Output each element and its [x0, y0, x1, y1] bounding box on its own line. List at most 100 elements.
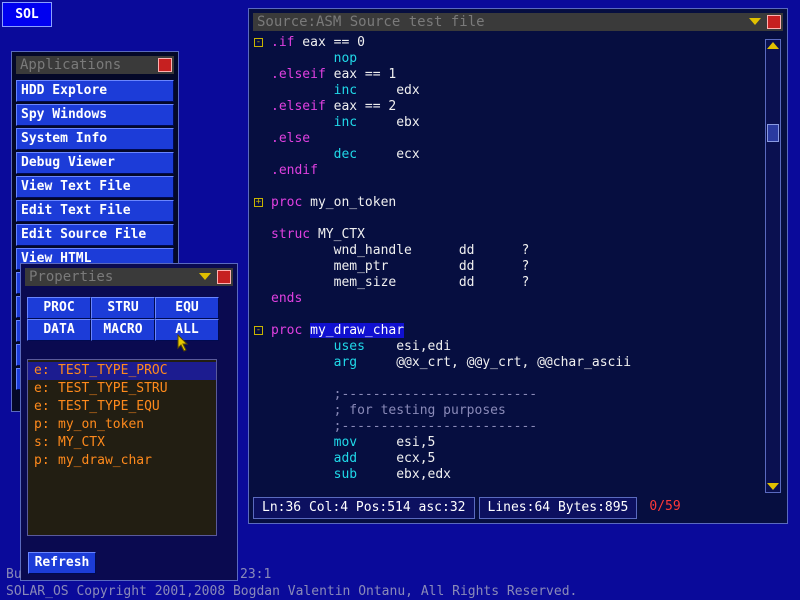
code-token: .endif	[271, 163, 318, 178]
code-line: struc MY_CTX	[253, 227, 761, 243]
copyright-footer: SOLAR_OS Copyright 2001,2008 Bogdan Vale…	[6, 584, 578, 599]
symbol-list-item[interactable]: e: TEST_TYPE_EQU	[28, 398, 216, 416]
dropdown-arrow-icon[interactable]	[749, 18, 761, 25]
code-token: @@x_crt, @@y_crt, @@char_ascii	[357, 355, 632, 370]
code-token: mem_size dd ?	[271, 275, 530, 290]
app-spy-windows[interactable]: Spy Windows	[16, 104, 174, 126]
code-token: .elseif	[271, 67, 326, 82]
code-line: .endif	[253, 163, 761, 179]
close-icon[interactable]	[217, 270, 231, 284]
code-token: uses	[271, 339, 365, 354]
code-token: MY_CTX	[310, 227, 365, 242]
code-token: ends	[271, 291, 303, 306]
refresh-button[interactable]: Refresh	[28, 552, 96, 574]
code-line: ;-------------------------	[253, 419, 761, 435]
code-token: .else	[271, 131, 311, 146]
symbol-kind: e:	[34, 399, 50, 414]
code-token: .if	[271, 35, 295, 50]
code-token: mov	[271, 435, 358, 450]
sol-start-button[interactable]: SOL	[2, 2, 52, 27]
source-title: Source:ASM Source test file	[257, 14, 485, 30]
close-icon[interactable]	[767, 15, 781, 29]
code-line: mov esi,5	[253, 435, 761, 451]
close-icon[interactable]	[158, 58, 172, 72]
code-token: dec	[271, 147, 358, 162]
scroll-up-arrow-icon[interactable]	[767, 42, 779, 49]
filter-data-button[interactable]: DATA	[27, 319, 91, 341]
symbol-list-item[interactable]: p: my_on_token	[28, 416, 216, 434]
symbol-list[interactable]: e: TEST_TYPE_PROC e: TEST_TYPE_STRU e: TEST_T…	[27, 359, 217, 536]
filter-stru-button[interactable]: STRU	[91, 297, 155, 319]
code-token: nop	[271, 51, 358, 66]
app-system-info[interactable]: System Info	[16, 128, 174, 150]
filter-macro-button[interactable]: MACRO	[91, 319, 155, 341]
code-token: inc	[271, 83, 358, 98]
code-line: add ecx,5	[253, 451, 761, 467]
symbol-name: TEST_TYPE_PROC	[58, 363, 168, 378]
scroll-down-arrow-icon[interactable]	[767, 483, 779, 490]
code-token: mem_ptr dd ?	[271, 259, 530, 274]
code-token: eax == 0	[294, 35, 365, 50]
dropdown-arrow-icon[interactable]	[199, 273, 211, 280]
scrollbar-thumb[interactable]	[767, 124, 779, 142]
code-editor[interactable]: - .if eax == 0 nop .elseif eax == 1 inc ed…	[253, 35, 761, 495]
code-line: arg @@x_crt, @@y_crt, @@char_ascii	[253, 355, 761, 371]
symbol-name: my_draw_char	[58, 453, 152, 468]
code-token: ecx,5	[357, 451, 436, 466]
code-token: proc	[271, 323, 303, 338]
applications-titlebar[interactable]: Applications	[16, 56, 174, 74]
code-line: mem_size dd ?	[253, 275, 761, 291]
code-token: add	[271, 451, 358, 466]
code-line: ends	[253, 291, 761, 307]
filter-equ-button[interactable]: EQU	[155, 297, 219, 319]
code-line: sub ebx,edx	[253, 467, 761, 483]
code-line: - .if eax == 0	[253, 35, 761, 51]
code-token: esi,edi	[364, 339, 452, 354]
fold-collapse-icon[interactable]: -	[254, 38, 263, 47]
code-token: edx	[357, 83, 420, 98]
filter-proc-button[interactable]: PROC	[27, 297, 91, 319]
code-token: ebx,edx	[357, 467, 452, 482]
code-token: .elseif	[271, 99, 326, 114]
app-edit-text-file[interactable]: Edit Text File	[16, 200, 174, 222]
symbol-kind: p:	[34, 453, 50, 468]
applications-title: Applications	[20, 57, 122, 73]
properties-titlebar[interactable]: Properties	[25, 268, 233, 286]
symbol-name: my_on_token	[58, 417, 145, 432]
background-text-fragment: Bu	[6, 567, 22, 582]
symbol-kind: e:	[34, 381, 50, 396]
app-debug-viewer[interactable]: Debug Viewer	[16, 152, 174, 174]
app-edit-source-file[interactable]: Edit Source File	[16, 224, 174, 246]
symbol-list-item[interactable]: s: MY_CTX	[28, 434, 216, 452]
symbol-list-item[interactable]: e: TEST_TYPE_PROC	[28, 362, 216, 380]
code-token: eax == 2	[325, 99, 397, 114]
code-token: struc	[271, 227, 311, 242]
properties-title: Properties	[29, 269, 114, 285]
app-hdd-explore[interactable]: HDD Explore	[16, 80, 174, 102]
code-line: + proc my_on_token	[253, 195, 761, 211]
code-token: ecx	[357, 147, 420, 162]
code-line: uses esi,edi	[253, 339, 761, 355]
symbol-name: TEST_TYPE_EQU	[58, 399, 160, 414]
code-line: wnd_handle dd ?	[253, 243, 761, 259]
symbol-kind: s:	[34, 435, 50, 450]
fold-collapse-icon[interactable]: -	[254, 326, 263, 335]
code-token: my_on_token	[302, 195, 397, 210]
source-titlebar[interactable]: Source:ASM Source test file	[253, 13, 783, 31]
code-token: wnd_handle dd ?	[271, 243, 530, 258]
fold-expand-icon[interactable]: +	[254, 198, 263, 207]
error-count-status: 0/59	[649, 499, 681, 514]
code-token: esi,5	[357, 435, 436, 450]
file-stats-status: Lines:64 Bytes:895	[478, 497, 638, 519]
app-view-text-file[interactable]: View Text File	[16, 176, 174, 198]
symbol-name: TEST_TYPE_STRU	[58, 381, 168, 396]
code-line: inc ebx	[253, 115, 761, 131]
status-bar: Ln:36 Col:4 Pos:514 asc:32 Lines:64 Byte…	[253, 497, 693, 519]
symbol-list-item[interactable]: e: TEST_TYPE_STRU	[28, 380, 216, 398]
symbol-list-item[interactable]: p: my_draw_char	[28, 452, 216, 470]
vertical-scrollbar[interactable]	[765, 39, 781, 493]
